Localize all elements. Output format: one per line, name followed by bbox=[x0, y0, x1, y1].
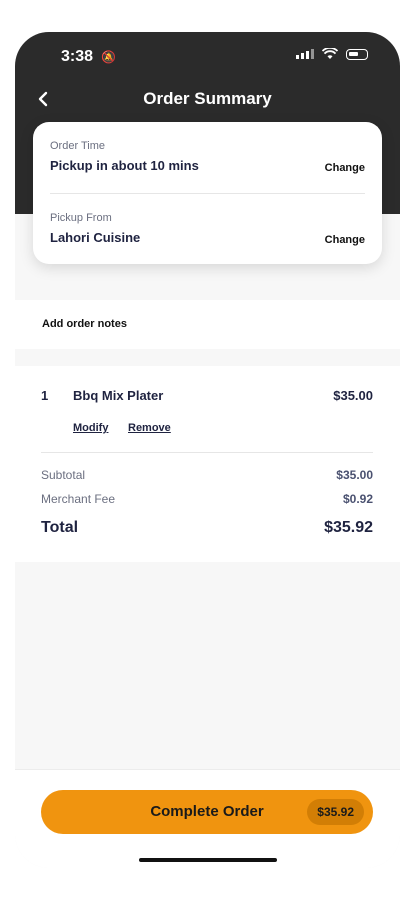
order-time-value: Pickup in about 10 mins bbox=[50, 158, 199, 173]
total-label: Total bbox=[41, 519, 79, 536]
merchant-fee-label: Merchant Fee bbox=[41, 492, 116, 506]
pickup-from-label: Pickup From bbox=[50, 212, 112, 224]
merchant-fee-value: $0.92 bbox=[342, 492, 373, 506]
change-order-time-button[interactable]: Change bbox=[325, 162, 365, 174]
home-indicator bbox=[139, 858, 277, 862]
wifi-icon bbox=[322, 48, 338, 59]
add-order-notes-label: Add order notes bbox=[42, 318, 127, 330]
total-value: $35.92 bbox=[324, 519, 373, 536]
page-title: Order Summary bbox=[143, 89, 272, 108]
battery-icon bbox=[346, 48, 368, 60]
order-time-row: Order Time Pickup in about 10 mins Chang… bbox=[50, 140, 365, 174]
checkout-footer: Complete Order $35.92 bbox=[15, 769, 400, 868]
remove-item-link[interactable]: Remove bbox=[128, 422, 171, 434]
change-pickup-location-button[interactable]: Change bbox=[325, 234, 365, 246]
item-quantity: 1 bbox=[41, 388, 49, 403]
add-order-notes-button[interactable]: Add order notes bbox=[15, 300, 400, 349]
order-amount-badge: $35.92 bbox=[307, 799, 364, 825]
pickup-details-card: Order Time Pickup in about 10 mins Chang… bbox=[33, 122, 382, 264]
card-divider bbox=[50, 193, 365, 194]
item-name: Bbq Mix Plater bbox=[73, 388, 164, 403]
pickup-from-row: Pickup From Lahori Cuisine Change bbox=[50, 212, 365, 246]
complete-order-button[interactable]: Complete Order $35.92 bbox=[41, 790, 373, 834]
status-icons bbox=[296, 48, 368, 60]
order-items-section: 1 Bbq Mix Plater $35.00 Modify Remove Su… bbox=[15, 366, 400, 562]
bell-slash-icon: 🔕 bbox=[101, 50, 116, 64]
modify-item-link[interactable]: Modify bbox=[73, 422, 108, 434]
order-time-label: Order Time bbox=[50, 140, 106, 152]
status-time: 3:38 bbox=[61, 48, 94, 65]
pickup-from-value: Lahori Cuisine bbox=[50, 230, 141, 245]
subtotal-value: $35.00 bbox=[336, 468, 373, 482]
items-divider bbox=[41, 452, 373, 453]
subtotal-label: Subtotal bbox=[41, 468, 86, 482]
signal-icon bbox=[296, 49, 314, 59]
phone-screen: 3:38 🔕 Order Summary Order Time Pickup i… bbox=[15, 32, 400, 868]
item-price: $35.00 bbox=[333, 388, 373, 403]
